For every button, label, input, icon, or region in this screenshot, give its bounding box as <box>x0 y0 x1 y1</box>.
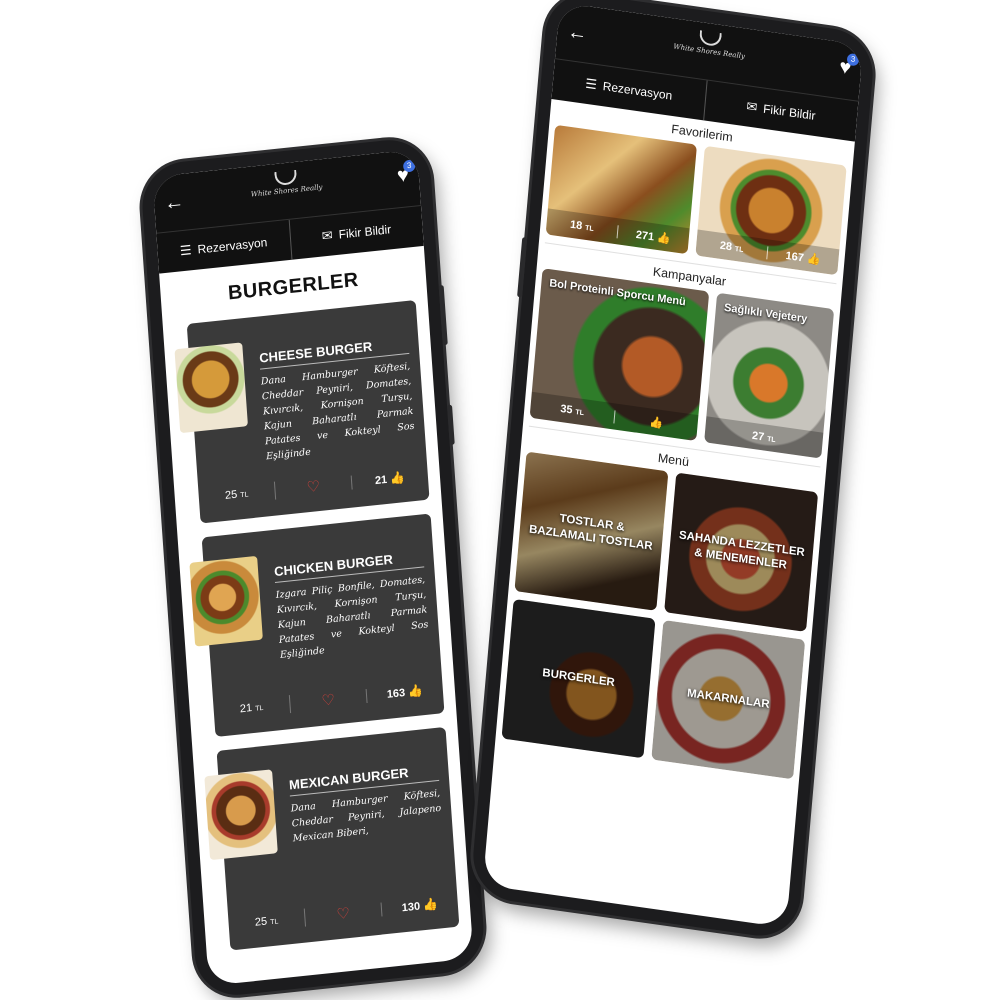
volume-button <box>517 237 528 298</box>
like-button[interactable]: 271 👍 <box>616 224 690 248</box>
like-button[interactable]: 163 👍 <box>365 681 444 704</box>
heart-outline-icon[interactable]: ♡ <box>336 905 351 923</box>
volume-button <box>438 284 448 346</box>
product-description: Izgara Piliç Bonfile, Domates, Kıvırcık,… <box>275 574 429 661</box>
feedback-icon: ✉ <box>745 98 759 115</box>
favorite-tile[interactable]: 18 TL 271 👍 <box>545 124 698 255</box>
list-check-icon: ☰ <box>584 75 598 93</box>
tile-price: 35 TL <box>530 399 614 423</box>
price-value: 27 <box>751 429 765 444</box>
price-value: 25 <box>254 915 268 929</box>
phone-left: ← White Shores Really ♥ 3 ☰ Rezervasyon ✉… <box>139 135 487 1000</box>
menu-category-tile[interactable]: BURGERLER <box>501 598 656 759</box>
thumbs-up-icon: 👍 <box>422 896 439 913</box>
screen-home: ← White Shores Really ♥ 3 ☰ Rezervasyon ✉… <box>482 2 864 928</box>
favorites-heart-icon[interactable]: ♥ 3 <box>838 52 860 81</box>
feedback-label: Fikir Bildir <box>762 101 817 123</box>
price-currency: TL <box>575 408 585 418</box>
product-price: 25 TL <box>228 912 304 932</box>
feedback-label: Fikir Bildir <box>338 222 392 242</box>
price-value: 18 <box>569 218 583 233</box>
tile-footer: 18 TL 271 👍 <box>545 208 690 255</box>
favorite-toggle[interactable]: ♡ <box>288 687 367 714</box>
campaign-tile[interactable]: Sağlıklı Vejetery 27 TL <box>704 292 835 459</box>
product-list: CHEESE BURGER Dana Hamburger Köftesi, Ch… <box>163 299 472 953</box>
campaign-name: Sağlıklı Vejetery <box>723 301 808 326</box>
menu-category-tile[interactable]: SAHANDA LEZZETLER & MENEMENLER <box>664 472 819 632</box>
price-currency: TL <box>269 918 279 927</box>
like-count: 167 <box>785 249 805 264</box>
price-currency: TL <box>240 491 249 500</box>
product-price: 25 TL <box>198 485 274 505</box>
like-count: 21 <box>374 473 388 488</box>
favorites-badge: 3 <box>846 52 860 67</box>
like-button[interactable]: 👍 <box>613 409 699 435</box>
favorite-tile[interactable]: 28 TL 167 👍 <box>695 145 847 276</box>
logo-mark <box>274 169 298 187</box>
like-count: 271 <box>635 228 655 243</box>
arrow-left-icon[interactable]: ← <box>163 191 184 215</box>
list-check-icon: ☰ <box>179 242 193 259</box>
heart-outline-icon[interactable]: ♡ <box>321 691 336 709</box>
like-button[interactable]: 21 👍 <box>350 467 429 490</box>
tile-price: 28 TL <box>696 236 767 258</box>
tile-footer: 35 TL 👍 <box>529 391 699 442</box>
like-count: 130 <box>401 900 421 915</box>
like-count: 163 <box>386 686 406 701</box>
tile-footer: 28 TL 167 👍 <box>695 229 840 276</box>
tile-price: 18 TL <box>546 215 617 237</box>
product-price: 21 TL <box>213 698 289 718</box>
price-currency: TL <box>255 704 264 713</box>
logo-text: White Shores Really <box>250 183 323 199</box>
product-description: Dana Hamburger Köftesi, Cheddar Peyniri,… <box>260 360 415 463</box>
thumbs-up-icon: 👍 <box>656 231 672 246</box>
menu-category-tile[interactable]: TOSTLAR & BAZLAMALI TOSTLAR <box>514 451 669 611</box>
price-currency: TL <box>734 245 744 255</box>
arrow-left-icon[interactable]: ← <box>566 21 588 46</box>
thumbs-up-icon: 👍 <box>389 469 406 486</box>
product-card[interactable]: MEXICAN BURGER Dana Hamburger Köftesi, C… <box>203 726 460 952</box>
reservation-label: Rezervasyon <box>197 235 268 257</box>
product-image <box>174 342 248 434</box>
price-value: 21 <box>239 702 253 716</box>
thumbs-up-icon: 👍 <box>806 252 821 267</box>
product-card[interactable]: CHICKEN BURGER Izgara Piliç Bonfile, Dom… <box>188 513 445 738</box>
heart-outline-icon[interactable]: ♡ <box>306 478 321 496</box>
feedback-icon: ✉ <box>321 227 334 244</box>
favorite-toggle[interactable]: ♡ <box>303 900 382 927</box>
thumbs-up-icon: 👍 <box>407 683 424 699</box>
menu-category-tile[interactable]: MAKARNALAR <box>651 619 806 780</box>
favorites-badge: 3 <box>402 159 416 173</box>
product-image <box>204 769 278 861</box>
app-header: ← White Shores Really ♥ 3 ☰ Rezervasyon ✉… <box>152 149 424 274</box>
reservation-label: Rezervasyon <box>602 79 673 103</box>
logo: White Shores Really <box>673 27 746 61</box>
power-button <box>447 404 455 446</box>
product-card[interactable]: CHEESE BURGER Dana Hamburger Köftesi, Ch… <box>173 299 430 525</box>
favorite-toggle[interactable]: ♡ <box>273 473 352 500</box>
product-image <box>189 555 263 647</box>
like-button[interactable]: 167 👍 <box>766 245 839 269</box>
price-value: 28 <box>719 239 733 254</box>
campaign-tile[interactable]: Bol Proteinli Sporcu Menü 35 TL 👍 <box>529 268 710 442</box>
price-value: 25 <box>224 488 238 502</box>
phone-right: ← White Shores Really ♥ 3 ☰ Rezervasyon ✉… <box>469 0 877 942</box>
price-currency: TL <box>584 224 594 233</box>
logo: White Shores Really <box>249 167 323 199</box>
tile-price: 27 TL <box>705 423 823 451</box>
screen-burgers: ← White Shores Really ♥ 3 ☰ Rezervasyon ✉… <box>152 149 474 986</box>
price-currency: TL <box>766 435 776 445</box>
thumbs-up-icon: 👍 <box>648 415 664 430</box>
like-button[interactable]: 130 👍 <box>380 894 459 917</box>
logo-mark <box>698 30 722 48</box>
price-value: 35 <box>559 402 574 417</box>
favorites-heart-icon[interactable]: ♥ 3 <box>396 159 416 188</box>
